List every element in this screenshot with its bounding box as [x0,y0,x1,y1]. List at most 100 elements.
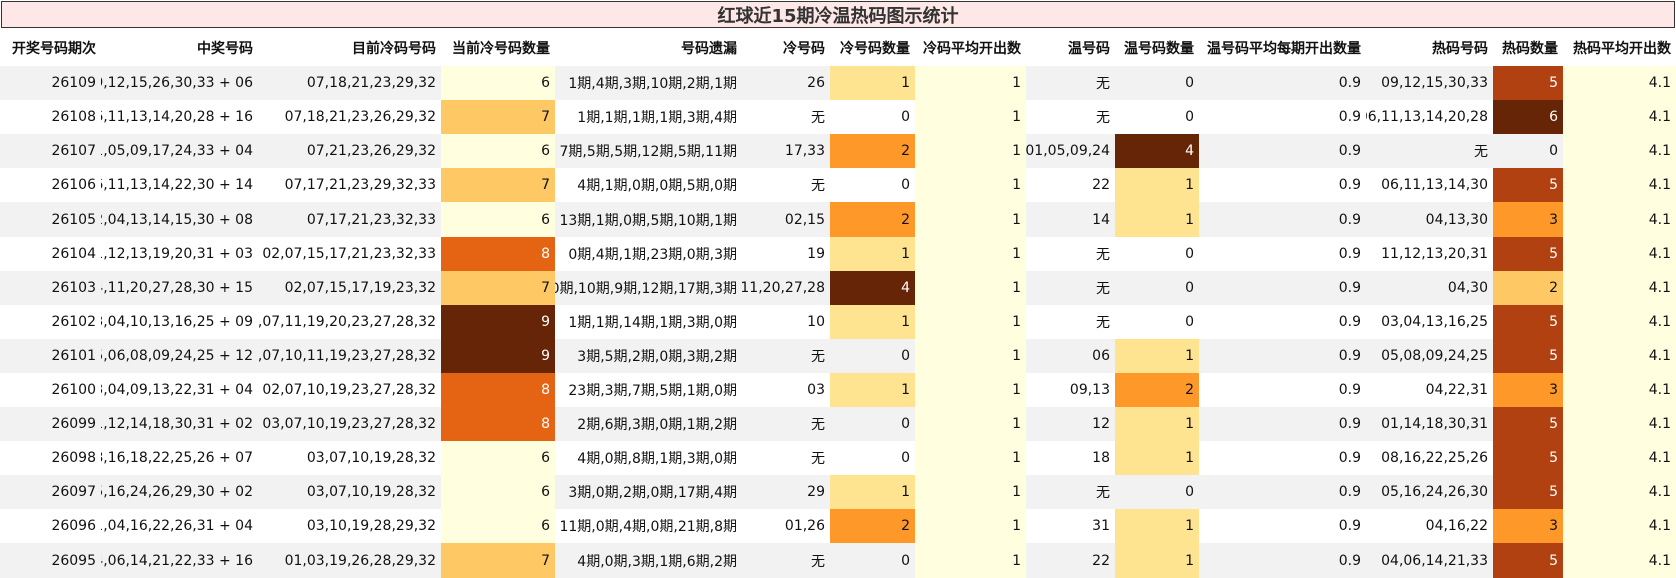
cell-hot-count: 6 [1493,100,1563,134]
cell-warm-avg: 0.9 [1199,134,1366,168]
cell-winning-numbers: 04,06,14,21,22,33 + 16 [101,543,258,578]
cell-warm-count: 0 [1115,100,1199,134]
cell-warm-avg: 0.9 [1199,271,1366,305]
cell-current-cold-count: 6 [441,134,555,168]
cell-winning-numbers: 03,04,10,13,16,25 + 09 [101,305,258,339]
cell-warm-count: 0 [1115,237,1199,271]
cell-warm-numbers: 22 [1026,543,1115,578]
cell-cold-numbers: 无 [742,168,830,202]
cell-current-cold-count: 9 [441,305,555,339]
cell-hot-avg: 4.1 [1563,509,1676,543]
header-current-cold-numbers: 目前冷码号码 [352,41,436,57]
cell-current-cold-count: 7 [441,543,555,578]
cell-hot-count: 2 [1493,271,1563,305]
cell-hot-numbers: 04,22,31 [1366,373,1493,407]
cell-cold-count: 2 [830,509,915,543]
cell-warm-avg: 0.9 [1199,407,1366,441]
cell-winning-numbers: 01,05,09,17,24,33 + 04 [101,134,258,168]
cell-hot-avg: 4.1 [1563,543,1676,578]
cell-cold-count: 1 [830,237,915,271]
cell-winning-numbers: 01,12,14,18,30,31 + 02 [101,407,258,441]
stats-page: 红球近15期冷温热码图示统计 开奖号码期次 中奖号码 目前冷码号码 当前冷号码数量 号码… [0,0,1676,578]
cell-hot-avg: 4.1 [1563,134,1676,168]
cell-warm-numbers: 22 [1026,168,1115,202]
cell-winning-numbers: 06,11,13,14,22,30 + 14 [101,168,258,202]
cell-draw-period: 26104 [0,237,101,271]
cell-hot-count: 3 [1493,202,1563,237]
cell-warm-avg: 0.9 [1199,202,1366,237]
header-hot-numbers: 热码号码 [1432,41,1488,57]
cell-hot-numbers: 01,14,18,30,31 [1366,407,1493,441]
cell-winning-numbers: 06,11,13,14,20,28 + 16 [101,100,258,134]
cell-warm-numbers: 31 [1026,509,1115,543]
header-cold-numbers: 冷号码 [783,41,825,57]
cell-warm-count: 1 [1115,407,1199,441]
cell-current-cold-numbers: 03,07,10,19,28,32 [258,441,441,475]
cell-hot-count: 5 [1493,441,1563,475]
cell-hot-avg: 4.1 [1563,339,1676,373]
cell-cold-avg: 1 [915,271,1026,305]
cell-draw-period: 26105 [0,202,101,237]
header-warm-numbers: 温号码 [1068,41,1110,57]
cell-warm-avg: 0.9 [1199,543,1366,578]
cell-current-cold-numbers: 07,21,23,26,29,32 [258,134,441,168]
cell-hot-avg: 4.1 [1563,66,1676,100]
cell-warm-avg: 0.9 [1199,373,1366,407]
cell-hot-numbers: 05,16,24,26,30 [1366,475,1493,509]
cell-number-gaps: 1期,1期,14期,1期,3期,0期 [555,305,742,339]
cell-current-cold-numbers: 02,07,10,19,23,27,28,32 [258,373,441,407]
cell-warm-avg: 0.9 [1199,475,1366,509]
cell-hot-numbers: 06,11,13,14,20,28 [1366,100,1493,134]
cell-draw-period: 26106 [0,168,101,202]
cell-cold-numbers: 无 [742,543,830,578]
cell-hot-count: 5 [1493,475,1563,509]
cell-hot-numbers: 04,16,22 [1366,509,1493,543]
cell-draw-period: 26108 [0,100,101,134]
cell-number-gaps: 2期,6期,3期,0期,1期,2期 [555,407,742,441]
cell-current-cold-count: 8 [441,407,555,441]
cell-draw-period: 26098 [0,441,101,475]
cell-number-gaps: 3期,5期,2期,0期,3期,2期 [555,339,742,373]
cell-hot-numbers: 04,30 [1366,271,1493,305]
cell-warm-numbers: 06 [1026,339,1115,373]
cell-cold-numbers: 01,26 [742,509,830,543]
cell-hot-count: 5 [1493,66,1563,100]
cell-hot-avg: 4.1 [1563,100,1676,134]
cell-current-cold-numbers: 03,07,10,19,28,32 [258,475,441,509]
cell-current-cold-numbers: 02,07,10,11,19,23,27,28,32 [258,339,441,373]
cell-warm-numbers: 18 [1026,441,1115,475]
cell-current-cold-numbers: 07,18,21,23,29,32 [258,66,441,100]
cell-warm-count: 2 [1115,373,1199,407]
cell-cold-numbers: 03 [742,373,830,407]
cell-hot-count: 5 [1493,237,1563,271]
cell-hot-avg: 4.1 [1563,202,1676,237]
cell-current-cold-count: 6 [441,66,555,100]
cell-draw-period: 26096 [0,509,101,543]
cell-winning-numbers: 05,06,08,09,24,25 + 12 [101,339,258,373]
cell-cold-avg: 1 [915,441,1026,475]
cell-cold-avg: 1 [915,134,1026,168]
cell-current-cold-numbers: 07,18,21,23,26,29,32 [258,100,441,134]
cell-warm-avg: 0.9 [1199,441,1366,475]
cell-warm-avg: 0.9 [1199,305,1366,339]
header-cold-avg: 冷码平均开出数 [923,41,1021,57]
cell-cold-avg: 1 [915,237,1026,271]
cell-warm-numbers: 无 [1026,66,1115,100]
cell-number-gaps: 4期,0期,3期,1期,6期,2期 [555,543,742,578]
cell-draw-period: 26099 [0,407,101,441]
cell-hot-count: 5 [1493,339,1563,373]
cell-warm-numbers: 12 [1026,407,1115,441]
cell-number-gaps: 3期,0期,2期,0期,17期,4期 [555,475,742,509]
cell-cold-count: 0 [830,407,915,441]
cell-hot-avg: 4.1 [1563,271,1676,305]
cell-number-gaps: 23期,3期,7期,5期,1期,0期 [555,373,742,407]
table-title: 红球近15期冷温热码图示统计 [1,1,1675,28]
cell-warm-count: 0 [1115,305,1199,339]
cell-cold-count: 0 [830,339,915,373]
cell-number-gaps: 4期,0期,8期,1期,3期,0期 [555,441,742,475]
cell-number-gaps: 4期,1期,0期,0期,5期,0期 [555,168,742,202]
cell-cold-avg: 1 [915,373,1026,407]
cell-hot-count: 5 [1493,305,1563,339]
header-draw-period: 开奖号码期次 [12,41,96,57]
cell-hot-numbers: 04,06,14,21,33 [1366,543,1493,578]
